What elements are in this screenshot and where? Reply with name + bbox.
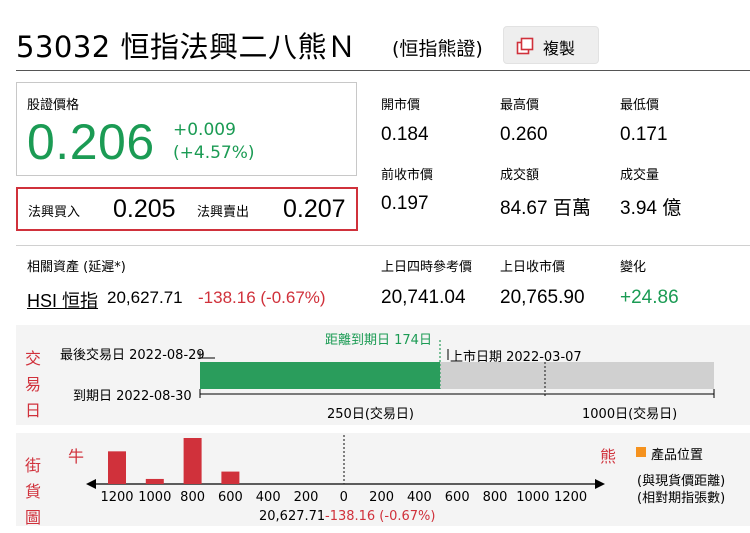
axis-tick-label: 1000 — [516, 490, 549, 505]
axis-tick-label: 1200 — [554, 490, 587, 505]
street-bar — [108, 451, 126, 484]
axis-tick-label: 1200 — [100, 490, 133, 505]
street-bar — [145, 478, 164, 484]
axis-tick-label: 200 — [294, 490, 319, 505]
axis-tick-label: 800 — [483, 490, 508, 505]
axis-tick-label: 0 — [340, 490, 348, 505]
axis-tick-label: 600 — [218, 490, 243, 505]
street-bar — [221, 471, 240, 484]
axis-tick-label: 800 — [180, 490, 205, 505]
street-chart: 1200 1000 800 600 400 200 0 200 400 600 800 1000 120… — [86, 435, 605, 505]
axis-tick-label: 600 — [445, 490, 470, 505]
axis-tick-label: 200 — [369, 490, 394, 505]
axis-tick-label: 400 — [407, 490, 432, 505]
axis-tick-label: 1000 — [138, 490, 171, 505]
axis-tick-label: 400 — [256, 490, 281, 505]
street-bar — [183, 438, 202, 484]
